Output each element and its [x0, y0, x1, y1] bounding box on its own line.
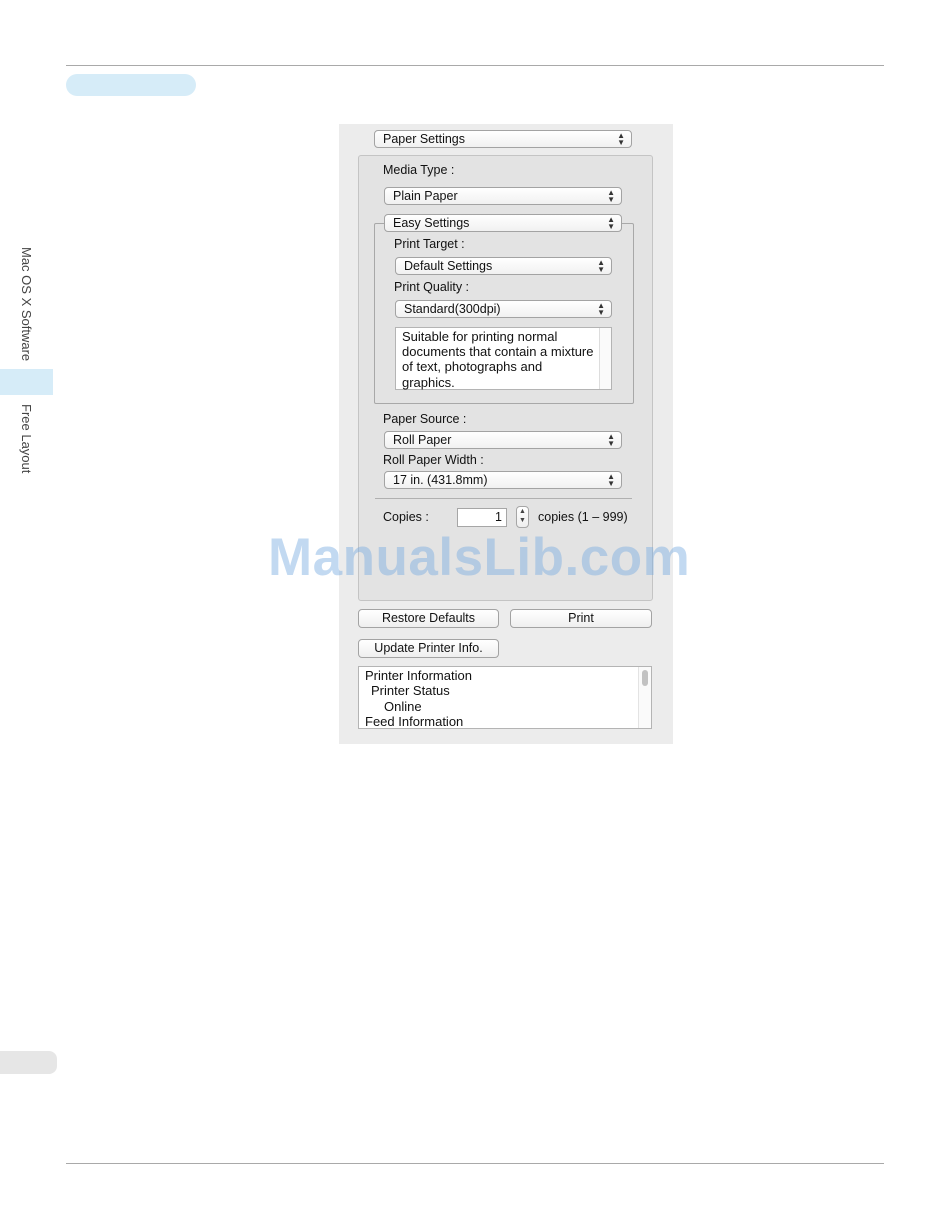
roll-paper-width-label: Roll Paper Width :: [383, 453, 484, 467]
updown-arrows-icon: ▲ ▼: [607, 432, 615, 448]
top-rule: [66, 65, 884, 66]
updown-arrows-icon: ▲ ▼: [607, 188, 615, 204]
updown-arrows-icon: ▲ ▼: [607, 472, 615, 488]
quality-description-text: Suitable for printing normal documents t…: [402, 329, 594, 390]
copies-range-text: copies (1 – 999): [538, 510, 628, 524]
header-pill: [66, 74, 196, 96]
list-item: Printer Status: [371, 683, 450, 699]
list-item: Online: [384, 698, 422, 714]
stepper-up-icon[interactable]: ▲: [517, 507, 528, 516]
quality-description-box: Suitable for printing normal documents t…: [395, 327, 612, 390]
copies-stepper[interactable]: ▲ ▼: [516, 506, 529, 528]
roll-paper-width-value: 17 in. (431.8mm): [393, 473, 488, 487]
print-button[interactable]: Print: [510, 609, 652, 628]
settings-mode-value: Easy Settings: [393, 216, 470, 230]
updown-arrows-icon: ▲ ▼: [597, 258, 605, 274]
panel-selector-popup[interactable]: Paper Settings ▲ ▼: [374, 130, 632, 148]
copies-separator: [375, 498, 632, 499]
print-target-label: Print Target :: [394, 237, 465, 251]
copies-label: Copies :: [383, 510, 429, 524]
print-quality-label: Print Quality :: [394, 280, 470, 294]
list-item: Printer Information: [365, 668, 472, 683]
info-scrollbar[interactable]: [638, 667, 651, 728]
restore-defaults-button[interactable]: Restore Defaults: [358, 609, 499, 628]
print-quality-value: Standard(300dpi): [404, 302, 501, 316]
updown-arrows-icon: ▲ ▼: [607, 215, 615, 231]
settings-mode-popup[interactable]: Easy Settings ▲ ▼: [384, 214, 622, 232]
media-type-label: Media Type :: [383, 163, 455, 177]
page-number-tab: [0, 1051, 57, 1074]
list-item: Feed Information: [365, 713, 464, 729]
bottom-rule: [66, 1163, 884, 1164]
copies-input[interactable]: 1: [457, 508, 507, 527]
media-type-popup[interactable]: Plain Paper ▲ ▼: [384, 187, 622, 205]
roll-paper-width-popup[interactable]: 17 in. (431.8mm) ▲ ▼: [384, 471, 622, 489]
media-type-value: Plain Paper: [393, 189, 458, 203]
paper-source-value: Roll Paper: [393, 433, 452, 447]
updown-arrows-icon: ▲ ▼: [617, 131, 625, 147]
scrollbar-thumb[interactable]: [642, 670, 648, 686]
paper-source-popup[interactable]: Roll Paper ▲ ▼: [384, 431, 622, 449]
description-scrollbar[interactable]: [599, 328, 611, 389]
side-subsection-label: Free Layout: [19, 404, 34, 474]
paper-source-label: Paper Source :: [383, 412, 467, 426]
print-target-value: Default Settings: [404, 259, 493, 273]
print-target-popup[interactable]: Default Settings ▲ ▼: [395, 257, 612, 275]
side-section-label: Mac OS X Software: [19, 247, 34, 362]
watermark-text: ManualsLib.com: [268, 528, 691, 587]
update-printer-info-button[interactable]: Update Printer Info.: [358, 639, 499, 658]
stepper-down-icon[interactable]: ▼: [517, 516, 528, 525]
panel-selector-value: Paper Settings: [383, 132, 465, 146]
print-quality-popup[interactable]: Standard(300dpi) ▲ ▼: [395, 300, 612, 318]
side-tab-marker: [0, 369, 53, 395]
updown-arrows-icon: ▲ ▼: [597, 301, 605, 317]
printer-info-list[interactable]: Printer Information Printer Status Onlin…: [358, 666, 652, 729]
